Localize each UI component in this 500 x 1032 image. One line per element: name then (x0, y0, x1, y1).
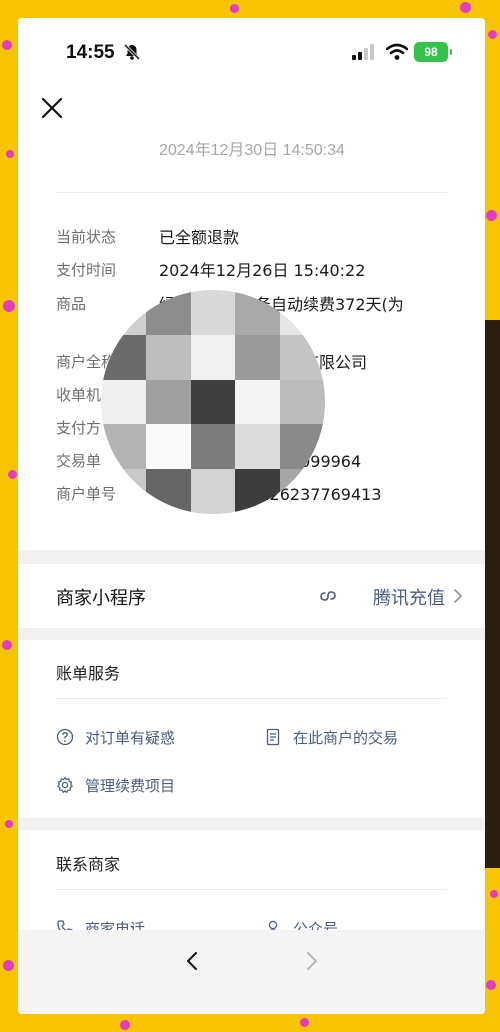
mosaic-cell (101, 379, 146, 425)
mosaic-cell (235, 334, 281, 380)
divider (56, 698, 447, 699)
person-icon (268, 920, 278, 930)
merchant-transactions-label: 在此商户的交易 (293, 729, 399, 747)
mosaic-cell (235, 469, 281, 514)
question-circle-icon (56, 728, 74, 746)
background-photo-edge (484, 320, 500, 868)
mosaic-cell (190, 290, 236, 335)
phone-icon (57, 920, 73, 930)
decor-dot (488, 30, 497, 39)
mosaic-cell (145, 334, 191, 380)
official-account-link[interactable]: 公众号 (264, 918, 454, 930)
decor-dot (460, 2, 471, 13)
row-value: 已全额退款 (159, 228, 240, 247)
decor-dot (486, 210, 497, 221)
section-gap (18, 818, 485, 830)
decor-dot (300, 1018, 309, 1027)
mosaic-cell (190, 424, 236, 470)
chevron-right-icon (454, 589, 462, 603)
status-time: 14:55 (66, 42, 115, 63)
decor-dot (3, 300, 15, 312)
phone-screen: 14:55 98 2024年12月30日 14:50:34 当前状态 已全额退款… (18, 18, 485, 1014)
privacy-mosaic (101, 290, 325, 514)
row-label: 商品 (56, 295, 87, 313)
merchant-transactions-link[interactable]: 在此商户的交易 (264, 727, 454, 749)
order-question-label: 对订单有疑惑 (85, 729, 176, 747)
mosaic-cell (280, 379, 325, 425)
merchant-phone-link[interactable]: 商家电话 (56, 918, 246, 930)
decor-dot (2, 40, 12, 50)
section-gap (18, 628, 485, 640)
mosaic-cell (190, 379, 236, 425)
decor-dot (2, 640, 12, 650)
bell-muted-icon (123, 43, 141, 61)
merchant-phone-label: 商家电话 (85, 920, 146, 930)
decor-dot (8, 470, 17, 479)
bottom-navigation (18, 930, 485, 1014)
decor-dot (120, 1020, 130, 1030)
manage-renewal-label: 管理续费项目 (85, 777, 176, 795)
row-label: 商户单号 (56, 485, 117, 503)
close-icon[interactable] (38, 94, 66, 122)
battery-level: 98 (424, 45, 438, 59)
forward-arrow-icon (307, 952, 317, 970)
contact-merchant-title: 联系商家 (56, 855, 121, 874)
decor-dot (490, 890, 498, 898)
mosaic-cell (190, 334, 236, 380)
bill-detail-content: 2024年12月30日 14:50:34 当前状态 已全额退款 支付时间 202… (18, 130, 485, 930)
official-account-label: 公众号 (293, 920, 339, 930)
order-question-link[interactable]: 对订单有疑惑 (56, 727, 246, 749)
decor-dot (486, 980, 496, 990)
section-gap (18, 550, 485, 564)
mini-program-label: 商家小程序 (56, 588, 146, 609)
row-value: 2024年12月26日 15:40:22 (159, 261, 366, 280)
row-label: 支付时间 (56, 261, 117, 279)
mosaic-cell (235, 379, 281, 425)
mosaic-cell (145, 424, 191, 470)
cellular-signal-icon (352, 44, 374, 60)
wifi-icon (386, 43, 408, 60)
mosaic-cell (235, 424, 281, 470)
decor-dot (230, 4, 239, 13)
document-icon (266, 728, 280, 746)
manage-renewal-link[interactable]: 管理续费项目 (56, 775, 246, 797)
divider (56, 889, 447, 890)
decor-dot (6, 150, 14, 158)
decor-dot (5, 820, 13, 828)
gear-icon (57, 776, 73, 793)
mosaic-cell (145, 469, 191, 514)
divider (56, 192, 447, 193)
row-label: 当前状态 (56, 228, 117, 246)
back-arrow-icon[interactable] (181, 950, 203, 972)
mini-program-row[interactable]: 商家小程序 腾讯充值 (18, 566, 485, 626)
bill-service-title: 账单服务 (56, 664, 121, 683)
mosaic-cell (145, 379, 191, 425)
scrolled-header-time: 2024年12月30日 14:50:34 (159, 142, 345, 159)
mosaic-cell (190, 469, 236, 514)
mini-program-name: 腾讯充值 (373, 588, 445, 609)
status-bar: 14:55 98 (18, 18, 485, 88)
decor-dot (3, 960, 14, 971)
link-icon (320, 591, 336, 601)
battery-indicator: 98 (414, 42, 452, 62)
